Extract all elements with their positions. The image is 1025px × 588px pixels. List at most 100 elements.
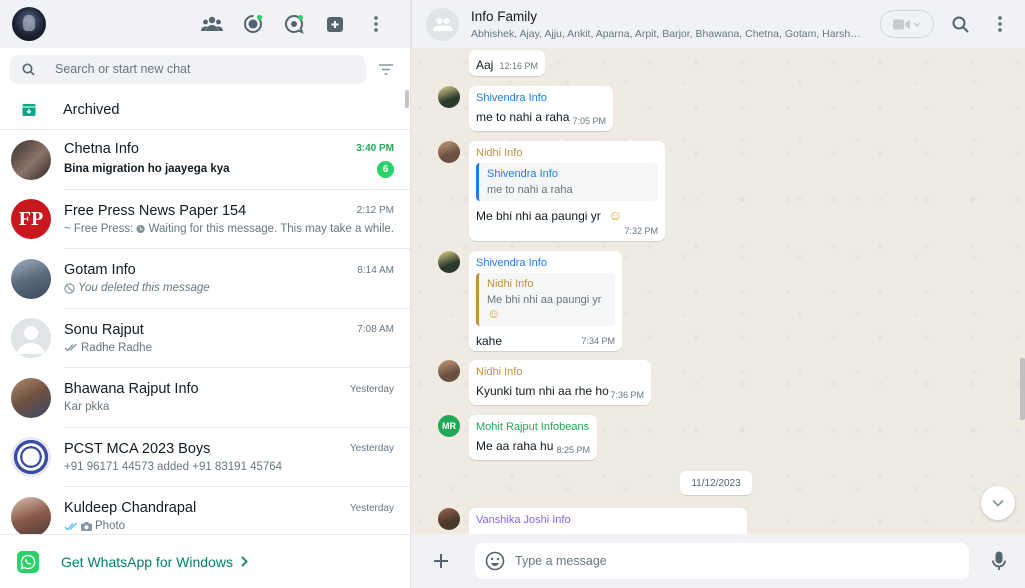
attach-button[interactable]	[429, 549, 453, 573]
chat-item[interactable]: Sonu Rajput 7:08 AM Radhe Radhe	[0, 309, 410, 368]
sender-name[interactable]: Nidhi Info	[476, 147, 658, 159]
quoted-text: Me bhi nhi aa paungi yr ☺	[487, 294, 607, 321]
message-bubble[interactable]: Mohit Rajput Infobeans Me aa raha hu 8:2…	[469, 415, 597, 460]
avatar	[11, 258, 51, 299]
conversation-menu-icon[interactable]	[980, 4, 1020, 44]
message-bubble[interactable]: Nidhi Info Kyunki tum nhi aa rhe ho 7:36…	[469, 360, 651, 405]
profile-avatar[interactable]	[12, 7, 46, 41]
avatar-initials: MR	[442, 421, 456, 431]
quoted-sender: Shivendra Info	[487, 168, 558, 180]
archived-label: Archived	[63, 101, 120, 118]
sender-avatar[interactable]	[438, 508, 460, 530]
chat-time: 8:14 AM	[357, 264, 394, 276]
chevron-down-icon	[992, 499, 1004, 507]
avatar	[11, 496, 51, 535]
quoted-message[interactable]: Nidhi Info Me bhi nhi aa paungi yr ☺	[476, 273, 615, 326]
sender-avatar[interactable]: MR	[438, 415, 460, 437]
sidebar-scrollbar[interactable]	[405, 90, 409, 108]
chat-item[interactable]: PCST MCA 2023 Boys Yesterday +91 96171 44…	[0, 428, 410, 487]
microphone-icon	[992, 551, 1006, 570]
channels-icon[interactable]	[273, 4, 314, 44]
message-input[interactable]	[515, 554, 895, 568]
chat-preview: Kar pkka	[64, 401, 110, 414]
message-composer	[411, 534, 1025, 588]
preview-text: Radhe Radhe	[81, 341, 152, 354]
new-chat-icon[interactable]	[314, 4, 355, 44]
message-bubble[interactable]: Shivendra Info Nidhi Info Me bhi nhi aa …	[469, 251, 622, 351]
get-whatsapp-link[interactable]: Get WhatsApp for Windows	[61, 554, 233, 570]
sidebar-header	[0, 0, 410, 48]
video-camera-icon	[893, 19, 910, 29]
chat-name: Kuldeep Chandrapal	[64, 500, 197, 517]
chat-name: Bhawana Rajput Info	[64, 381, 199, 398]
status-icon[interactable]	[232, 4, 273, 44]
sender-avatar[interactable]	[438, 360, 460, 382]
chat-time: Yesterday	[349, 383, 394, 395]
communities-icon[interactable]	[191, 4, 232, 44]
sender-name[interactable]: Shivendra Info	[476, 257, 615, 269]
video-call-button[interactable]	[880, 10, 934, 38]
message-bubble[interactable]: Nidhi Info Shivendra Info me to nahi a r…	[469, 141, 665, 241]
smiling-emoji-icon: ☺	[487, 306, 501, 321]
menu-icon[interactable]	[355, 4, 396, 44]
quoted-message[interactable]: Shivendra Info me to nahi a raha	[476, 163, 658, 201]
whatsapp-web-app: Archived Chetna Info 3:40 PM Bina migrati…	[0, 0, 1025, 588]
sender-name[interactable]: Nidhi Info	[476, 366, 644, 378]
double-check-icon	[64, 343, 77, 352]
sender-avatar[interactable]	[438, 251, 460, 273]
avatar: FP	[11, 199, 51, 240]
chat-item[interactable]: Gotam Info 8:14 AM You deleted this messa…	[0, 249, 410, 309]
group-info[interactable]: Info Family Abhishek, Ajay, Ajju, Ankit,…	[471, 9, 861, 40]
emoji-icon[interactable]	[485, 551, 505, 571]
voice-message-button[interactable]	[987, 549, 1011, 573]
group-members: Abhishek, Ajay, Ajju, Ankit, Aparna, Arp…	[471, 27, 861, 40]
clock-icon	[136, 224, 146, 233]
avatar	[11, 377, 51, 418]
message-time: 12:16 PM	[499, 61, 538, 71]
header-icons	[191, 4, 396, 44]
sender-avatar[interactable]	[438, 86, 460, 108]
chat-time: Yesterday	[349, 443, 394, 455]
message-text: Kyunki tum nhi aa rhe ho	[476, 384, 609, 398]
quoted-sender: Nidhi Info	[487, 278, 534, 290]
chat-preview: Bina migration ho jaayega kya	[64, 163, 230, 176]
message-input-wrapper[interactable]	[475, 543, 969, 579]
chat-item[interactable]: FP Free Press News Paper 154 2:12 PM ~ Fr…	[0, 190, 410, 249]
sender-name[interactable]: Vanshika Joshi Info	[476, 514, 740, 526]
message-bubble[interactable]: Vanshika Joshi Info	[469, 508, 747, 534]
chat-item[interactable]: Chetna Info 3:40 PM Bina migration ho jaa…	[0, 130, 410, 190]
chat-item[interactable]: Kuldeep Chandrapal Yesterday Photo	[0, 487, 410, 535]
chat-item[interactable]: Bhawana Rajput Info Yesterday Kar pkka	[0, 368, 410, 428]
chat-name: Sonu Rajput	[64, 321, 144, 338]
sender-name[interactable]: Shivendra Info	[476, 92, 606, 104]
message-time: 7:34 PM	[581, 336, 615, 346]
message-time: 8:25 PM	[556, 445, 590, 455]
scroll-to-bottom-button[interactable]	[981, 486, 1015, 520]
chat-preview: You deleted this message	[64, 282, 210, 294]
search-icon[interactable]	[22, 63, 35, 76]
group-avatar[interactable]	[426, 7, 459, 41]
chat-time: 2:12 PM	[356, 205, 394, 217]
sender-avatar[interactable]	[438, 141, 460, 163]
smiling-emoji-icon: ☺	[608, 207, 623, 223]
sidebar: Archived Chetna Info 3:40 PM Bina migrati…	[0, 0, 411, 588]
search-input[interactable]	[55, 62, 335, 76]
message-time: 7:36 PM	[610, 390, 644, 400]
search-box[interactable]	[10, 54, 366, 84]
archived-row[interactable]: Archived	[0, 90, 410, 130]
sender-name[interactable]: Mohit Rajput Infobeans	[476, 421, 590, 433]
chat-time: 3:40 PM	[356, 143, 394, 155]
message-bubble[interactable]: Aaj 12:16 PM	[469, 50, 545, 76]
conversation-header[interactable]: Info Family Abhishek, Ajay, Ajju, Ankit,…	[411, 0, 1025, 48]
message-scrollbar[interactable]	[1020, 358, 1025, 420]
double-check-read-icon	[64, 522, 77, 531]
get-whatsapp-banner[interactable]: Get WhatsApp for Windows	[0, 534, 410, 588]
chat-list: Archived Chetna Info 3:40 PM Bina migrati…	[0, 90, 410, 535]
message-text: kahe	[476, 334, 503, 348]
chat-preview: Photo	[64, 520, 125, 532]
preview-text: You deleted this message	[78, 282, 210, 295]
search-messages-button[interactable]	[940, 4, 980, 44]
filter-icon[interactable]	[372, 55, 400, 84]
chat-name: Gotam Info	[64, 262, 136, 279]
message-bubble[interactable]: Shivendra Info me to nahi a raha 7:05 PM	[469, 86, 613, 131]
